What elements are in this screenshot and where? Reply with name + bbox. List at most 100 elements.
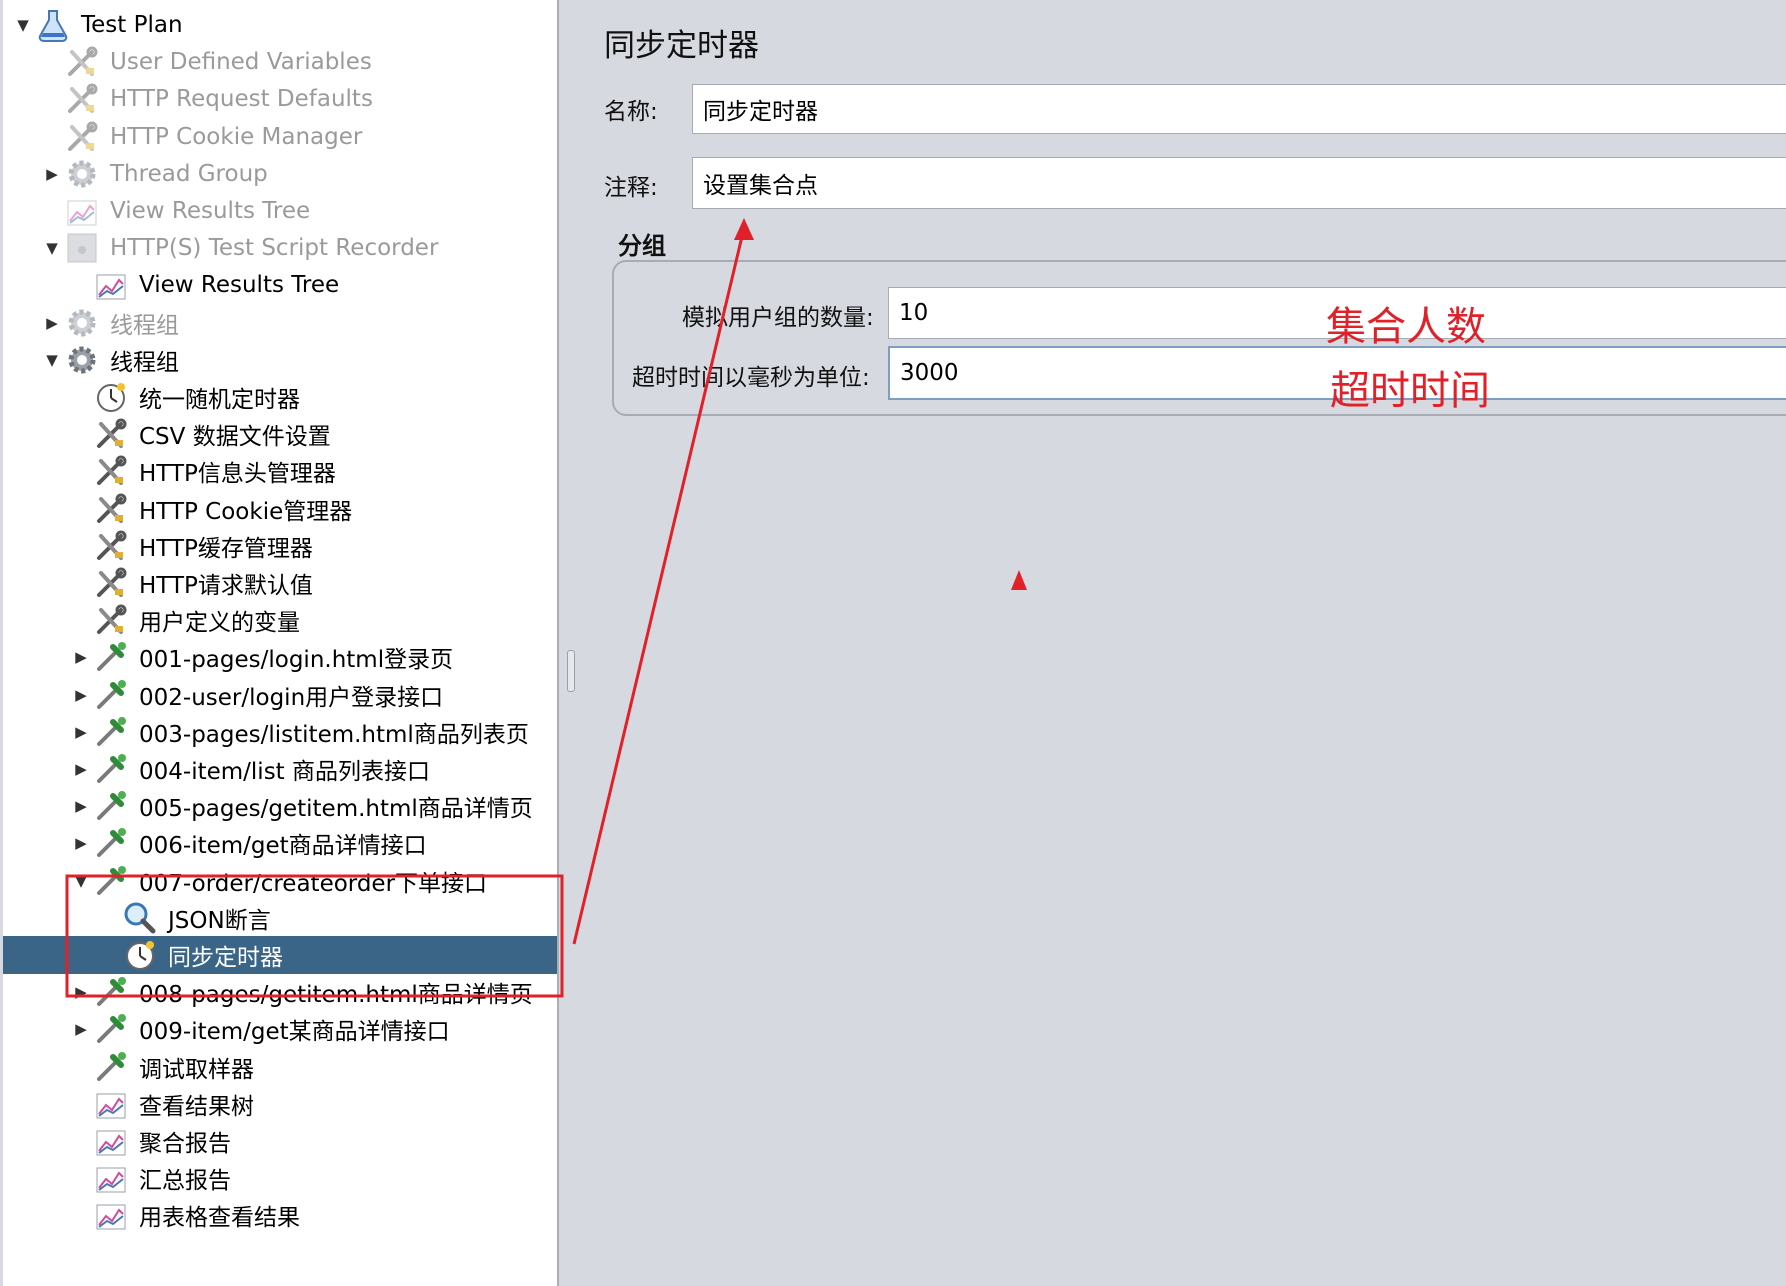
expand-arrow-icon[interactable]: ▶ — [40, 165, 64, 183]
test-plan-tree[interactable]: ▼ Test Plan User Defined Variables HTTP Req… — [3, 0, 559, 1286]
pipette-icon — [93, 751, 129, 787]
tree-item[interactable]: JSON断言 — [3, 899, 557, 937]
tree-item-label: 调试取样器 — [139, 1056, 254, 1083]
pipette-icon — [93, 863, 129, 899]
tree-item-label: HTTP Cookie Manager — [110, 123, 363, 150]
tree-item-label: Test Plan — [81, 12, 183, 38]
tree-item[interactable]: ▼ 007-order/createorder下单接口 — [3, 862, 557, 900]
tree-item-label: 006-item/get商品详情接口 — [139, 833, 427, 860]
wrench-icon — [93, 491, 129, 527]
tree-item[interactable]: ▶ Thread Group — [3, 155, 557, 193]
pipette-icon — [93, 677, 129, 713]
tree-item-label: Thread Group — [110, 160, 268, 187]
tree-item[interactable]: View Results Tree — [3, 192, 557, 230]
tree-item[interactable]: ▼ Test Plan — [3, 6, 557, 44]
chart-icon — [64, 193, 100, 229]
tree-item[interactable]: View Results Tree — [3, 266, 557, 304]
collapse-arrow-icon[interactable]: ▼ — [11, 16, 35, 34]
pipette-icon — [93, 1049, 129, 1085]
tree-item[interactable]: ▶ 008-pages/getitem.html商品详情页 — [3, 973, 557, 1011]
tree-item[interactable]: HTTP信息头管理器 — [3, 452, 557, 490]
tree-item[interactable]: 统一随机定时器 — [3, 378, 557, 416]
tree-item[interactable]: 用户定义的变量 — [3, 601, 557, 639]
wrench-icon — [93, 565, 129, 601]
expand-arrow-icon[interactable]: ▶ — [69, 760, 93, 778]
expand-arrow-icon[interactable]: ▶ — [69, 983, 93, 1001]
expand-arrow-icon[interactable]: ▶ — [69, 834, 93, 852]
name-field[interactable]: 同步定时器 — [692, 84, 1786, 134]
tree-item[interactable]: 聚合报告 — [3, 1122, 557, 1160]
collapse-arrow-icon[interactable]: ▼ — [40, 351, 64, 369]
tree-item-label: 003-pages/listitem.html商品列表页 — [139, 721, 529, 748]
flask-icon — [35, 7, 71, 43]
pipette-icon — [93, 714, 129, 750]
wrench-icon — [64, 119, 100, 155]
gear-icon — [64, 342, 100, 378]
tree-item[interactable]: HTTP Request Defaults — [3, 80, 557, 118]
tree-item[interactable]: ▼ HTTP(S) Test Script Recorder — [3, 229, 557, 267]
tree-item[interactable]: HTTP请求默认值 — [3, 564, 557, 602]
tree-item[interactable]: User Defined Variables — [3, 43, 557, 81]
tree-item[interactable]: 查看结果树 — [3, 1085, 557, 1123]
tree-item-label: HTTP Request Defaults — [110, 86, 373, 113]
collapse-arrow-icon[interactable]: ▼ — [40, 239, 64, 257]
tree-item-label: CSV 数据文件设置 — [139, 424, 331, 451]
panel-splitter[interactable] — [559, 0, 581, 1286]
tree-item[interactable]: HTTP缓存管理器 — [3, 527, 557, 565]
expand-arrow-icon[interactable]: ▶ — [69, 723, 93, 741]
tree-item[interactable]: CSV 数据文件设置 — [3, 415, 557, 453]
synchronizing-timer-panel: 同步定时器 名称: 同步定时器 注释: 设置集合点 分组 模拟用户组的数量: 1… — [582, 0, 1786, 1286]
tree-item-label: 009-item/get某商品详情接口 — [139, 1019, 450, 1046]
tree-item-label: 统一随机定时器 — [139, 387, 300, 413]
tree-item[interactable]: ▶ 009-item/get某商品详情接口 — [3, 1010, 557, 1048]
expand-arrow-icon[interactable]: ▶ — [69, 686, 93, 704]
group-title: 分组 — [618, 232, 666, 260]
name-label: 名称: — [604, 99, 658, 125]
chart-icon — [93, 1086, 129, 1122]
comment-field[interactable]: 设置集合点 — [692, 157, 1786, 209]
tree-item[interactable]: HTTP Cookie管理器 — [3, 490, 557, 528]
tree-item[interactable]: ▶ 001-pages/login.html登录页 — [3, 638, 557, 676]
expand-arrow-icon[interactable]: ▶ — [69, 1020, 93, 1038]
tree-item[interactable]: ▶ 006-item/get商品详情接口 — [3, 824, 557, 862]
wrench-icon — [93, 453, 129, 489]
tree-item-label: 聚合报告 — [139, 1131, 231, 1157]
magnifier-icon — [122, 900, 158, 936]
tree-item[interactable]: ▶ 线程组 — [3, 304, 557, 342]
tree-item[interactable]: HTTP Cookie Manager — [3, 118, 557, 156]
tree-item-label: View Results Tree — [110, 198, 311, 224]
tree-item[interactable]: 用表格查看结果 — [3, 1196, 557, 1234]
expand-arrow-icon[interactable]: ▶ — [69, 648, 93, 666]
tree-item-label: 005-pages/getitem.html商品详情页 — [139, 796, 533, 823]
tree-item[interactable]: 调试取样器 — [3, 1048, 557, 1086]
tree-item-label: User Defined Variables — [110, 49, 372, 76]
expand-arrow-icon[interactable]: ▶ — [69, 797, 93, 815]
wrench-icon — [93, 528, 129, 564]
pipette-icon — [93, 974, 129, 1010]
tree-item[interactable]: 汇总报告 — [3, 1159, 557, 1197]
tree-item-label: JSON断言 — [168, 907, 271, 934]
chart-icon — [93, 267, 129, 303]
tree-item[interactable]: ▶ 002-user/login用户登录接口 — [3, 676, 557, 714]
recorder-icon — [64, 230, 100, 266]
annotation-users-note: 集合人数 — [1326, 304, 1486, 350]
pipette-icon — [93, 639, 129, 675]
collapse-arrow-icon[interactable]: ▼ — [69, 872, 93, 890]
tree-item-label: HTTP缓存管理器 — [139, 535, 313, 562]
tree-item-label: 008-pages/getitem.html商品详情页 — [139, 982, 533, 1009]
tree-item-label: 007-order/createorder下单接口 — [139, 870, 488, 897]
expand-arrow-icon[interactable]: ▶ — [40, 314, 64, 332]
tree-item-selected[interactable]: 同步定时器 — [3, 936, 557, 974]
tree-item-label: 线程组 — [110, 349, 179, 376]
pipette-icon — [93, 788, 129, 824]
timeout-label: 超时时间以毫秒为单位: — [632, 365, 870, 391]
tree-item-label: HTTP请求默认值 — [139, 573, 313, 599]
tree-item[interactable]: ▶ 003-pages/listitem.html商品列表页 — [3, 713, 557, 751]
tree-item[interactable]: ▶ 004-item/list 商品列表接口 — [3, 750, 557, 788]
tree-item[interactable]: ▼ 线程组 — [3, 341, 557, 379]
panel-title: 同步定时器 — [604, 28, 759, 64]
tree-item[interactable]: ▶ 005-pages/getitem.html商品详情页 — [3, 787, 557, 825]
gear-icon — [64, 305, 100, 341]
splitter-grip[interactable] — [567, 650, 575, 692]
tree-item-label: 线程组 — [110, 312, 179, 339]
